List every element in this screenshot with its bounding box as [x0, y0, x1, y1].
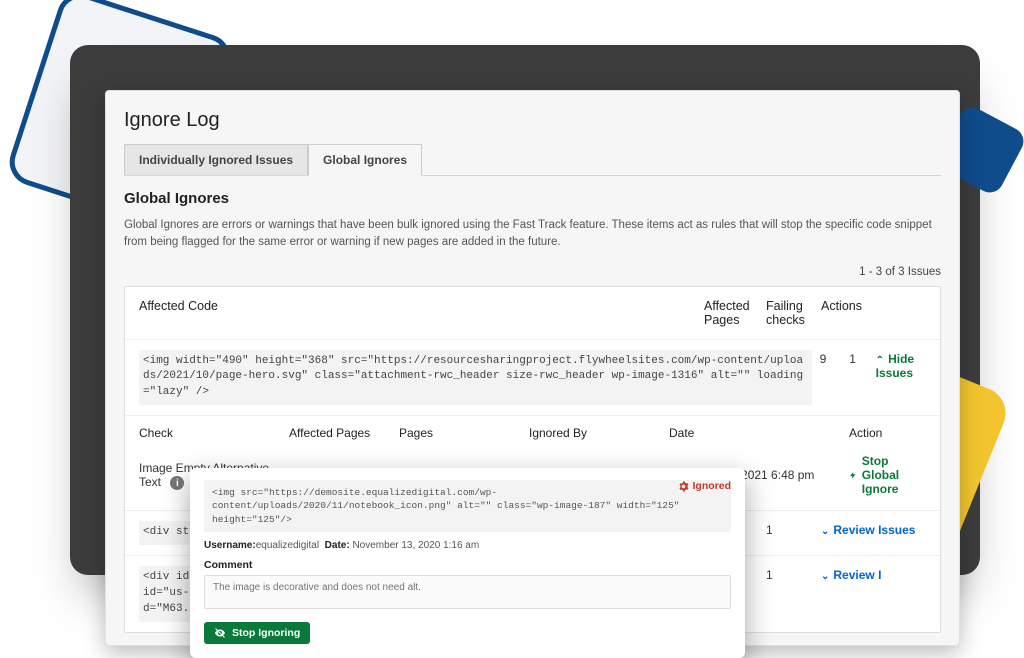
table-header: Affected Code Affected Pages Failing che… [125, 287, 940, 339]
date-value: November 13, 2020 1:16 am [352, 540, 479, 551]
table-row: <img width="490" height="368" src="https… [125, 339, 940, 416]
tab-individually-ignored[interactable]: Individually Ignored Issues [124, 144, 308, 175]
section-description: Global Ignores are errors or warnings th… [124, 217, 941, 252]
failing-checks-count: 1 [766, 521, 821, 537]
col-failing-checks: Failing checks [766, 299, 821, 327]
hide-issues-link[interactable]: ⌃Hide Issues [876, 350, 926, 380]
col-affected-code: Affected Code [139, 299, 704, 327]
review-issues-label: Review I [833, 568, 881, 582]
subcol-pages: Pages [399, 426, 529, 440]
review-issues-label: Review Issues [833, 523, 915, 537]
stop-global-ignore-label: Stop Global Ignore [862, 454, 926, 496]
caret-down-icon: ⌄ [821, 526, 829, 537]
popup-meta: Username:equalizedigital Date: November … [204, 540, 731, 551]
date-label: Date: [325, 540, 350, 551]
tab-global-ignores[interactable]: Global Ignores [308, 144, 422, 176]
affected-pages-count: 9 [820, 350, 850, 366]
popup-code-snippet: <img src="https://demosite.equalizedigit… [204, 480, 731, 532]
ignored-label: Ignored [693, 480, 732, 492]
section-heading: Global Ignores [124, 190, 941, 207]
page-title: Ignore Log [124, 109, 941, 132]
bolt-icon [849, 469, 857, 482]
affected-code-snippet: <img width="490" height="368" src="https… [139, 350, 812, 406]
caret-up-icon: ⌃ [876, 355, 884, 366]
username-label: Username: [204, 540, 256, 551]
tab-bar: Individually Ignored Issues Global Ignor… [124, 144, 941, 176]
info-icon[interactable]: i [170, 476, 184, 490]
ignored-badge: Ignored [678, 480, 732, 492]
subcol-check: Check [139, 426, 289, 440]
caret-down-icon: ⌄ [821, 571, 829, 582]
subcol-ignored-by: Ignored By [529, 426, 669, 440]
review-issues-link[interactable]: ⌄ Review I [821, 566, 926, 582]
result-count: 1 - 3 of 3 Issues [124, 266, 941, 278]
failing-checks-count: 1 [849, 350, 875, 366]
col-actions: Actions [821, 299, 926, 327]
stop-ignoring-button[interactable]: Stop Ignoring [204, 622, 310, 644]
review-issues-link[interactable]: ⌄ Review Issues [821, 521, 926, 537]
subcol-date: Date [669, 426, 849, 440]
eye-slash-icon [214, 627, 226, 639]
stop-global-ignore-link[interactable]: Stop Global Ignore [849, 454, 926, 496]
comment-input[interactable] [204, 575, 731, 609]
gear-icon [678, 481, 689, 492]
subcol-affected-pages: Affected Pages [289, 426, 399, 440]
comment-label: Comment [204, 559, 731, 571]
stop-ignoring-label: Stop Ignoring [232, 627, 300, 639]
failing-checks-count: 1 [766, 566, 821, 582]
username-value: equalizedigital [256, 540, 319, 551]
subcol-action: Action [849, 426, 926, 440]
ignore-detail-popup: Ignored <img src="https://demosite.equal… [190, 468, 745, 658]
sub-header: Check Affected Pages Pages Ignored By Da… [125, 415, 940, 446]
col-affected-pages: Affected Pages [704, 299, 766, 327]
